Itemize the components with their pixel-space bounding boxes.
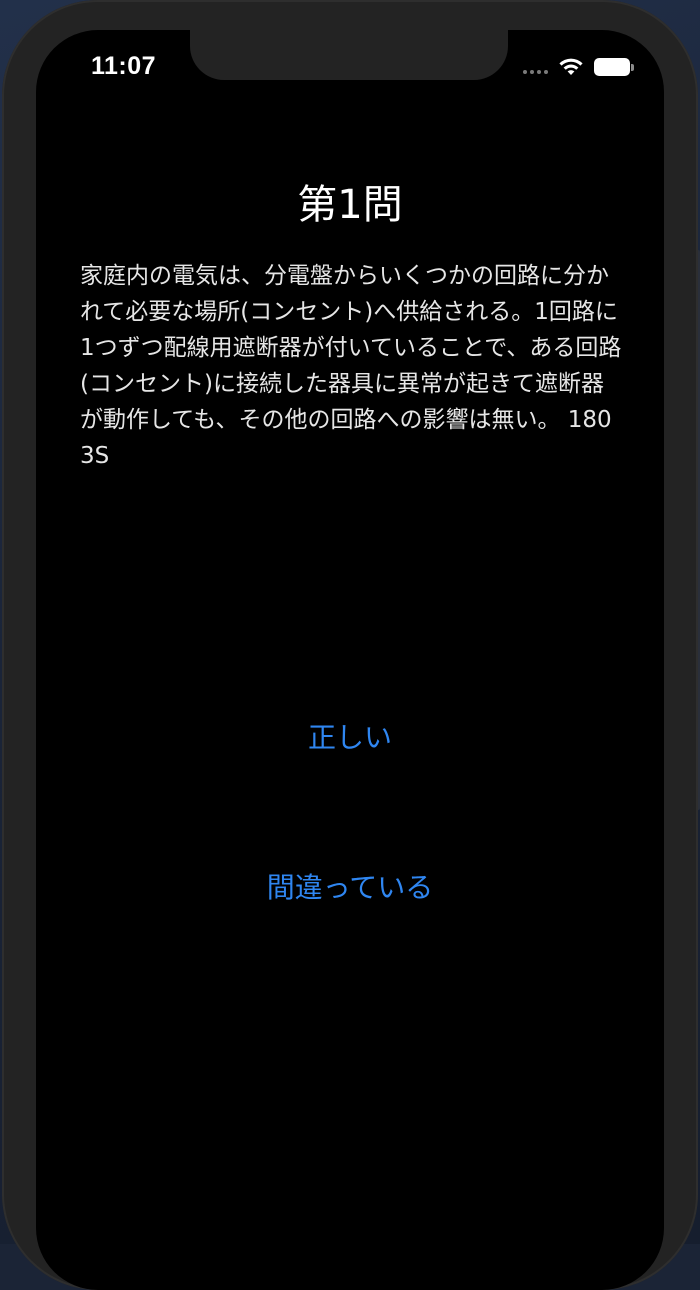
question-text: 家庭内の電気は、分電盤からいくつかの回路に分かれて必要な場所(コンセント)へ供給… <box>80 263 622 469</box>
wrong-answer-button[interactable]: 間違っている <box>36 866 664 906</box>
wifi-icon <box>559 58 583 75</box>
correct-answer-button[interactable]: 正しい <box>36 716 664 756</box>
signal-dots-icon <box>523 60 548 74</box>
device-notch <box>190 30 508 80</box>
status-time: 11:07 <box>91 52 157 80</box>
question-title: 第1問 <box>297 182 403 228</box>
app-screen: 11:07 第1問 家庭内の電気は、分電盤からいくつかの回路に分かれて必要な場所… <box>36 30 664 1290</box>
battery-icon <box>594 58 634 76</box>
status-icons <box>523 54 634 80</box>
phone-frame: 11:07 第1問 家庭内の電気は、分電盤からいくつかの回路に分かれて必要な場所… <box>2 0 698 1290</box>
